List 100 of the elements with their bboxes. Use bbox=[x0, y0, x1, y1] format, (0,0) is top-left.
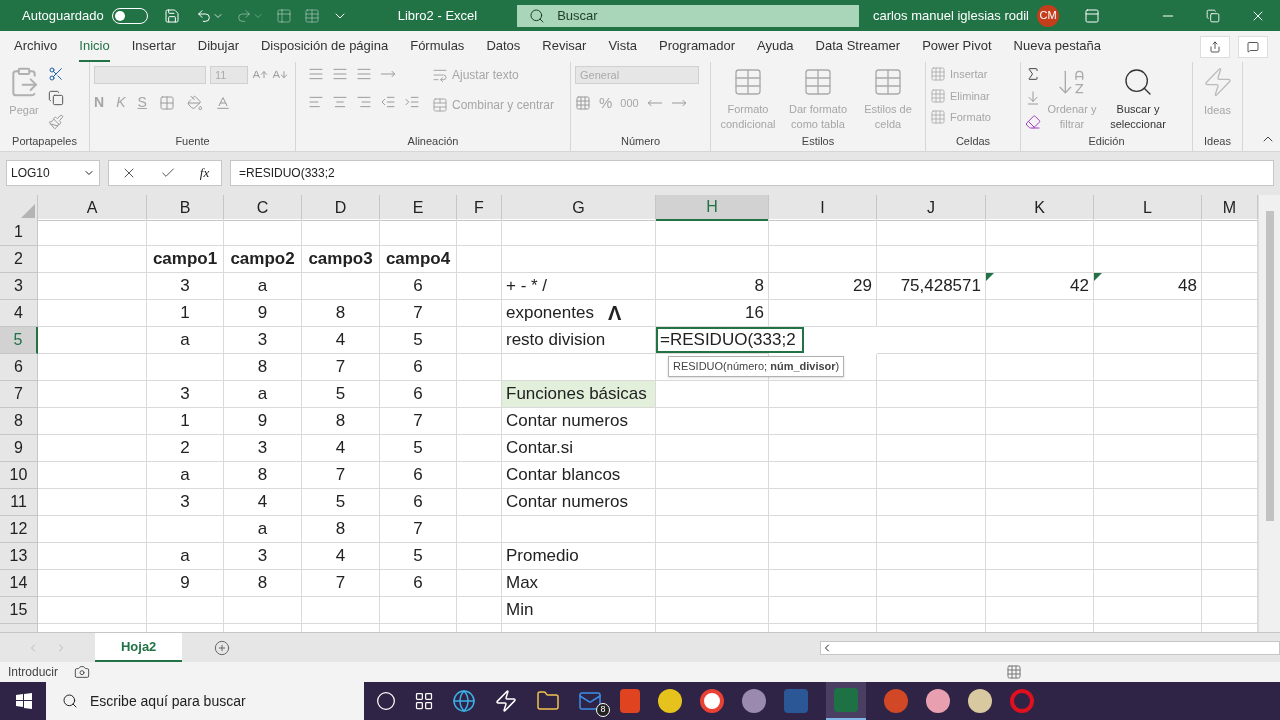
error-indicator[interactable] bbox=[1094, 273, 1102, 281]
ribbon-tab[interactable]: Programador bbox=[659, 31, 735, 62]
empty-cell[interactable] bbox=[380, 219, 457, 246]
empty-cell[interactable] bbox=[769, 219, 877, 246]
fill-color-icon[interactable] bbox=[186, 94, 203, 111]
fill-icon[interactable] bbox=[1025, 90, 1041, 106]
macro-icon[interactable] bbox=[74, 664, 91, 680]
ribbon-tab[interactable]: Nueva pestaña bbox=[1013, 31, 1101, 62]
indent-increase-icon[interactable] bbox=[404, 94, 420, 110]
row-header[interactable]: 15 bbox=[0, 597, 38, 624]
column-header[interactable]: E bbox=[380, 195, 457, 221]
empty-cell[interactable] bbox=[877, 354, 986, 381]
column-header[interactable]: J bbox=[877, 195, 986, 221]
ribbon-display-icon[interactable] bbox=[1084, 7, 1100, 24]
name-box[interactable]: LOG10 bbox=[6, 160, 100, 186]
empty-cell[interactable] bbox=[656, 219, 769, 246]
empty-cell[interactable] bbox=[986, 408, 1094, 435]
mail-icon[interactable] bbox=[578, 689, 602, 713]
empty-cell[interactable] bbox=[769, 246, 877, 273]
empty-cell[interactable] bbox=[986, 516, 1094, 543]
ribbon-tab[interactable]: Dibujar bbox=[197, 31, 239, 62]
empty-cell[interactable] bbox=[502, 246, 656, 273]
empty-cell[interactable] bbox=[457, 597, 502, 624]
word-icon[interactable] bbox=[784, 689, 808, 713]
empty-cell[interactable] bbox=[457, 435, 502, 462]
empty-cell[interactable] bbox=[656, 543, 769, 570]
paint-icon[interactable] bbox=[968, 689, 992, 713]
row-header[interactable]: 1 bbox=[0, 219, 38, 246]
powerpoint-icon[interactable] bbox=[884, 689, 908, 713]
empty-cell[interactable] bbox=[769, 570, 877, 597]
empty-cell[interactable] bbox=[224, 219, 302, 246]
empty-cell[interactable] bbox=[380, 597, 457, 624]
empty-cell[interactable] bbox=[1094, 543, 1202, 570]
align-bottom-icon[interactable] bbox=[356, 66, 372, 82]
empty-cell[interactable] bbox=[877, 462, 986, 489]
row-header[interactable]: 9 bbox=[0, 435, 38, 462]
empty-cell[interactable] bbox=[457, 273, 502, 300]
row-header[interactable]: 8 bbox=[0, 408, 38, 435]
empty-cell[interactable] bbox=[656, 354, 769, 381]
empty-cell[interactable] bbox=[147, 219, 224, 246]
sum-icon[interactable] bbox=[1025, 66, 1041, 82]
empty-cell[interactable] bbox=[769, 381, 877, 408]
empty-cell[interactable] bbox=[147, 354, 224, 381]
ribbon-tab[interactable]: Datos bbox=[486, 31, 521, 62]
undo-icon[interactable] bbox=[195, 7, 212, 24]
empty-cell[interactable] bbox=[769, 489, 877, 516]
empty-cell[interactable] bbox=[1094, 570, 1202, 597]
ribbon-tab[interactable]: Power Pivot bbox=[922, 31, 992, 62]
column-header[interactable]: I bbox=[769, 195, 877, 221]
formula-field[interactable]: =RESIDUO(333;2 bbox=[230, 160, 1274, 186]
empty-cell[interactable] bbox=[302, 219, 380, 246]
editor-icon[interactable] bbox=[658, 689, 682, 713]
empty-cell[interactable] bbox=[457, 300, 502, 327]
column-header[interactable]: F bbox=[457, 195, 502, 221]
search-field[interactable]: Buscar bbox=[517, 4, 860, 27]
empty-cell[interactable] bbox=[656, 408, 769, 435]
empty-cell[interactable] bbox=[656, 489, 769, 516]
empty-cell[interactable] bbox=[302, 273, 380, 300]
column-header[interactable]: H bbox=[656, 195, 769, 221]
folder-icon[interactable] bbox=[536, 689, 560, 713]
row-header[interactable]: 12 bbox=[0, 516, 38, 543]
empty-cell[interactable] bbox=[457, 489, 502, 516]
bolt-icon[interactable] bbox=[494, 689, 518, 713]
error-indicator[interactable] bbox=[986, 273, 994, 281]
empty-cell[interactable] bbox=[986, 462, 1094, 489]
row-header[interactable]: 2 bbox=[0, 246, 38, 273]
empty-cell[interactable] bbox=[877, 246, 986, 273]
row-header[interactable]: 5 bbox=[0, 327, 38, 354]
empty-cell[interactable] bbox=[1094, 597, 1202, 624]
empty-cell[interactable] bbox=[1094, 489, 1202, 516]
share-button[interactable] bbox=[1200, 35, 1230, 58]
empty-cell[interactable] bbox=[877, 219, 986, 246]
empty-cell[interactable] bbox=[457, 516, 502, 543]
app-icon[interactable] bbox=[926, 689, 950, 713]
eraser-icon[interactable] bbox=[1025, 114, 1041, 130]
empty-cell[interactable] bbox=[457, 462, 502, 489]
empty-cell[interactable] bbox=[986, 246, 1094, 273]
borders-icon[interactable] bbox=[158, 94, 175, 111]
empty-cell[interactable] bbox=[986, 597, 1094, 624]
empty-cell[interactable] bbox=[877, 435, 986, 462]
empty-cell[interactable] bbox=[224, 597, 302, 624]
office-icon[interactable] bbox=[620, 689, 640, 713]
indent-decrease-icon[interactable] bbox=[380, 94, 396, 110]
row-header[interactable]: 4 bbox=[0, 300, 38, 327]
row-header[interactable]: 6 bbox=[0, 354, 38, 381]
save-icon[interactable] bbox=[163, 7, 180, 24]
column-header[interactable]: B bbox=[147, 195, 224, 221]
empty-cell[interactable] bbox=[877, 516, 986, 543]
ribbon-tab[interactable]: Vista bbox=[608, 31, 638, 62]
opera-icon[interactable] bbox=[1010, 689, 1034, 713]
horizontal-scrollbar[interactable] bbox=[820, 640, 1280, 655]
row-header[interactable]: 13 bbox=[0, 543, 38, 570]
empty-cell[interactable] bbox=[656, 435, 769, 462]
column-header[interactable]: K bbox=[986, 195, 1094, 221]
empty-cell[interactable] bbox=[986, 219, 1094, 246]
taskbar-search-field[interactable]: Escribe aquí para buscar bbox=[46, 682, 364, 720]
empty-cell[interactable] bbox=[769, 435, 877, 462]
empty-cell[interactable] bbox=[1094, 462, 1202, 489]
empty-cell[interactable] bbox=[986, 570, 1094, 597]
empty-cell[interactable] bbox=[457, 327, 502, 354]
